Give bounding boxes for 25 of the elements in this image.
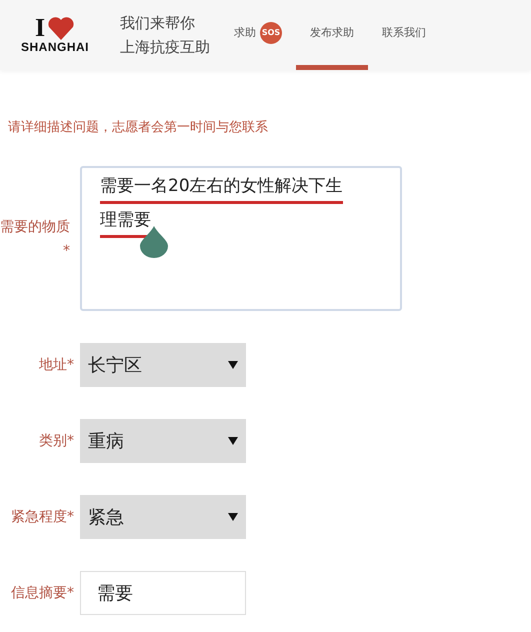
field-label: 紧急程度*	[10, 508, 75, 527]
nav-tab[interactable]: 联系我们	[368, 0, 440, 70]
field-label: 类别*	[38, 432, 75, 451]
text-line: 需要一名20左右的女性解决下生	[100, 174, 343, 204]
site-title: 上海抗疫互助	[120, 38, 210, 56]
field-label: 需要的物质 *	[0, 218, 71, 260]
dropdown[interactable]: 长宁区	[80, 343, 246, 387]
caret-icon	[228, 512, 238, 522]
input-field[interactable]: 需要	[80, 571, 246, 615]
caret-icon	[228, 360, 238, 370]
notice-text: 请详细描述问题，志愿者会第一时间与您联系	[8, 119, 269, 136]
dropdown[interactable]: 重病	[80, 419, 246, 463]
field-label: 信息摘要*	[10, 584, 75, 603]
cursor-handle-icon[interactable]	[140, 226, 168, 258]
sos-badge: SOS	[260, 22, 282, 44]
dropdown[interactable]: 紧急	[80, 495, 246, 539]
nav-tab[interactable]: 求助 SOS	[220, 0, 296, 70]
caret-icon	[228, 436, 238, 446]
text-area[interactable]: 需要一名20左右的女性解决下生 理需要	[80, 166, 402, 311]
nav-tab[interactable]: 发布求助	[296, 0, 368, 70]
logo-text: SHANGHAI	[20, 40, 89, 54]
field-label: 地址*	[38, 356, 75, 375]
site-title: 我们来帮你	[120, 14, 196, 32]
logo-letter: I	[34, 16, 46, 40]
heart-icon	[47, 16, 76, 40]
